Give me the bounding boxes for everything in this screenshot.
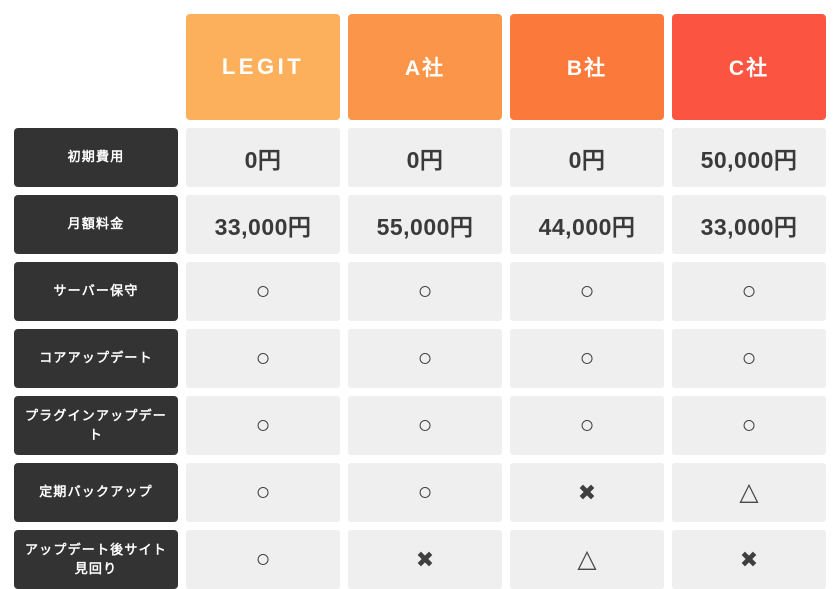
value-cell-text: 33,000円 <box>672 195 826 254</box>
circle-icon: ○ <box>255 411 271 439</box>
row-label: 月額料金 <box>14 195 178 254</box>
circle-icon: ○ <box>579 277 595 305</box>
value-cell-symbol: ○ <box>348 262 502 321</box>
value-cell-text: 33,000円 <box>186 195 340 254</box>
circle-icon: ○ <box>255 277 271 305</box>
value-cell-symbol: ○ <box>672 329 826 388</box>
header-cell-2[interactable]: A社 <box>348 14 502 120</box>
header-cell-1[interactable]: LEGIT <box>186 14 340 120</box>
triangle-icon: △ <box>739 478 759 506</box>
value-cell-text: 44,000円 <box>510 195 664 254</box>
table-row: プラグインアップデート ○ ○ ○ ○ <box>14 396 826 455</box>
value-cell-symbol: ✖ <box>672 530 826 589</box>
header-cell-label: LEGIT <box>221 54 305 79</box>
table-row: コアアップデート ○ ○ ○ ○ <box>14 329 826 388</box>
value-cell-symbol: ○ <box>510 329 664 388</box>
value-cell-symbol: ○ <box>186 463 340 522</box>
value-cell-symbol: ○ <box>186 530 340 589</box>
circle-icon: ○ <box>417 277 433 305</box>
value-cell-symbol: ○ <box>510 262 664 321</box>
value-cell-symbol: △ <box>672 463 826 522</box>
value-cell-text: 0円 <box>186 128 340 187</box>
row-label: コアアップデート <box>14 329 178 388</box>
circle-icon: ○ <box>255 545 271 573</box>
value-cell-text: 0円 <box>510 128 664 187</box>
header-label-spacer <box>14 14 178 120</box>
table-header-row: LEGIT A社 B社 C社 <box>14 14 826 120</box>
value-cell-symbol: ○ <box>348 329 502 388</box>
value-cell-symbol: ○ <box>186 262 340 321</box>
cross-icon: ✖ <box>577 479 597 505</box>
value-cell-text: 50,000円 <box>672 128 826 187</box>
value-cell-symbol: ○ <box>348 396 502 455</box>
header-cell-label: A社 <box>404 57 446 80</box>
value-cell-symbol: ✖ <box>348 530 502 589</box>
circle-icon: ○ <box>417 478 433 506</box>
value-cell-symbol: ○ <box>672 396 826 455</box>
value-cell-text: 0円 <box>348 128 502 187</box>
row-label: 初期費用 <box>14 128 178 187</box>
triangle-icon: △ <box>577 545 597 573</box>
value-cell-text: 55,000円 <box>348 195 502 254</box>
row-label: プラグインアップデート <box>14 396 178 455</box>
value-cell-symbol: ○ <box>348 463 502 522</box>
table-row: サーバー保守 ○ ○ ○ ○ <box>14 262 826 321</box>
circle-icon: ○ <box>417 411 433 439</box>
table-row: 初期費用 0円 0円 0円 50,000円 <box>14 128 826 187</box>
value-cell-symbol: ○ <box>672 262 826 321</box>
header-cell-label: C社 <box>728 57 770 80</box>
header-cell-4[interactable]: C社 <box>672 14 826 120</box>
cross-icon: ✖ <box>739 546 759 572</box>
circle-icon: ○ <box>417 344 433 372</box>
row-label: アップデート後サイト見回り <box>14 530 178 589</box>
value-cell-symbol: ○ <box>510 396 664 455</box>
value-cell-symbol: ○ <box>186 396 340 455</box>
value-cell-symbol: ○ <box>186 329 340 388</box>
header-cell-3[interactable]: B社 <box>510 14 664 120</box>
header-cell-label: B社 <box>566 57 608 80</box>
comparison-table: LEGIT A社 B社 C社 初期費用 0円 0円 0円 50,000円 月額料金 33,000円… <box>0 0 840 589</box>
cross-icon: ✖ <box>415 546 435 572</box>
row-label: 定期バックアップ <box>14 463 178 522</box>
table-row: 定期バックアップ ○ ○ ✖ △ <box>14 463 826 522</box>
circle-icon: ○ <box>741 344 757 372</box>
circle-icon: ○ <box>741 411 757 439</box>
table-body: 初期費用 0円 0円 0円 50,000円 月額料金 33,000円 55,000円 44,00… <box>14 128 826 589</box>
circle-icon: ○ <box>579 411 595 439</box>
value-cell-symbol: ✖ <box>510 463 664 522</box>
row-label: サーバー保守 <box>14 262 178 321</box>
table-row: 月額料金 33,000円 55,000円 44,000円 33,000円 <box>14 195 826 254</box>
circle-icon: ○ <box>741 277 757 305</box>
circle-icon: ○ <box>579 344 595 372</box>
table-row: アップデート後サイト見回り ○ ✖ △ ✖ <box>14 530 826 589</box>
circle-icon: ○ <box>255 478 271 506</box>
value-cell-symbol: △ <box>510 530 664 589</box>
circle-icon: ○ <box>255 344 271 372</box>
